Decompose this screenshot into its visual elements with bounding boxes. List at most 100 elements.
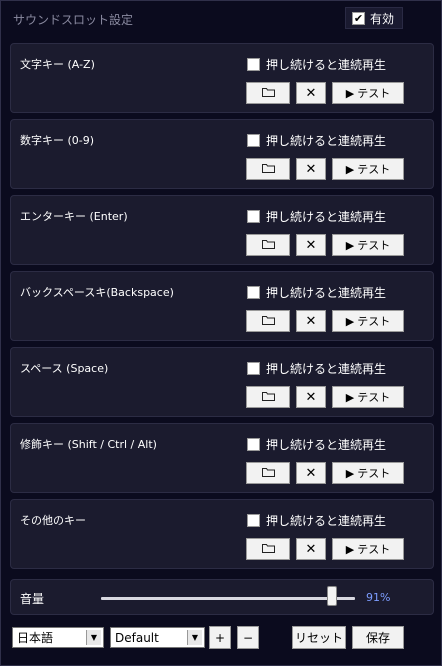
page-title: サウンドスロット設定 bbox=[13, 13, 134, 27]
remove-preset-button[interactable]: − bbox=[237, 626, 259, 649]
slot-panel-letters: 文字キー (A-Z) 押し続けると連続再生 ✕ ▶ テスト bbox=[10, 43, 434, 113]
close-icon: ✕ bbox=[305, 85, 317, 101]
volume-slider-track[interactable] bbox=[101, 597, 355, 600]
chevron-down-icon: ▼ bbox=[187, 630, 202, 645]
test-label: テスト bbox=[357, 315, 391, 328]
slot-panel-enter: エンターキー (Enter) 押し続けると連続再生 ✕ ▶ テスト bbox=[10, 195, 434, 265]
choose-file-button[interactable] bbox=[246, 386, 290, 408]
repeat-label: 押し続けると連続再生 bbox=[266, 362, 387, 376]
repeat-label: 押し続けると連続再生 bbox=[266, 210, 387, 224]
slot-label: 修飾キー (Shift / Ctrl / Alt) bbox=[20, 438, 157, 451]
play-icon: ▶ bbox=[345, 466, 355, 480]
slot-panel-backspace: バックスペースキ(Backspace) 押し続けると連続再生 ✕ ▶ テスト bbox=[10, 271, 434, 341]
enabled-toggle[interactable]: ✔ 有効 bbox=[345, 7, 403, 29]
test-button[interactable]: ▶ テスト bbox=[332, 234, 404, 256]
slot-panel-space: スペース (Space) 押し続けると連続再生 ✕ ▶ テスト bbox=[10, 347, 434, 417]
repeat-label: 押し続けると連続再生 bbox=[266, 286, 387, 300]
repeat-checkbox[interactable] bbox=[247, 286, 260, 299]
language-select[interactable]: 日本語 ▼ bbox=[12, 627, 104, 648]
slot-label: 数字キー (0-9) bbox=[20, 134, 95, 147]
choose-file-button[interactable] bbox=[246, 234, 290, 256]
folder-icon bbox=[261, 163, 275, 176]
repeat-checkbox[interactable] bbox=[247, 362, 260, 375]
test-button[interactable]: ▶ テスト bbox=[332, 538, 404, 560]
clear-button[interactable]: ✕ bbox=[296, 538, 326, 560]
folder-icon bbox=[261, 467, 275, 480]
folder-icon bbox=[261, 87, 275, 100]
repeat-toggle[interactable]: 押し続けると連続再生 bbox=[247, 360, 386, 377]
folder-icon bbox=[261, 391, 275, 404]
slot-label: バックスペースキ(Backspace) bbox=[20, 286, 174, 299]
volume-slider-thumb[interactable] bbox=[327, 586, 338, 606]
sound-slot-settings-window: サウンドスロット設定 ✔ 有効 文字キー (A-Z) 押し続けると連続再生 ✕ … bbox=[0, 0, 442, 666]
close-icon: ✕ bbox=[305, 465, 317, 481]
clear-button[interactable]: ✕ bbox=[296, 386, 326, 408]
repeat-checkbox[interactable] bbox=[247, 514, 260, 527]
test-label: テスト bbox=[357, 239, 391, 252]
volume-label: 音量 bbox=[20, 592, 45, 606]
close-icon: ✕ bbox=[305, 313, 317, 329]
repeat-label: 押し続けると連続再生 bbox=[266, 134, 387, 148]
repeat-toggle[interactable]: 押し続けると連続再生 bbox=[247, 512, 386, 529]
play-icon: ▶ bbox=[345, 542, 355, 556]
choose-file-button[interactable] bbox=[246, 462, 290, 484]
test-label: テスト bbox=[357, 163, 391, 176]
header: サウンドスロット設定 ✔ 有効 bbox=[1, 1, 441, 35]
clear-button[interactable]: ✕ bbox=[296, 82, 326, 104]
repeat-toggle[interactable]: 押し続けると連続再生 bbox=[247, 132, 386, 149]
repeat-toggle[interactable]: 押し続けると連続再生 bbox=[247, 436, 386, 453]
folder-icon bbox=[261, 239, 275, 252]
test-button[interactable]: ▶ テスト bbox=[332, 386, 404, 408]
volume-panel: 音量 91% bbox=[10, 579, 434, 615]
test-label: テスト bbox=[357, 87, 391, 100]
enabled-checkbox[interactable]: ✔ bbox=[352, 11, 365, 25]
preset-select[interactable]: Default ▼ bbox=[110, 627, 205, 648]
volume-value: 91% bbox=[366, 591, 391, 604]
clear-button[interactable]: ✕ bbox=[296, 234, 326, 256]
play-icon: ▶ bbox=[345, 390, 355, 404]
repeat-checkbox[interactable] bbox=[247, 134, 260, 147]
clear-button[interactable]: ✕ bbox=[296, 310, 326, 332]
folder-icon bbox=[261, 543, 275, 556]
slot-panel-other: その他のキー 押し続けると連続再生 ✕ ▶ テスト bbox=[10, 499, 434, 569]
language-value: 日本語 bbox=[17, 631, 54, 645]
test-button[interactable]: ▶ テスト bbox=[332, 82, 404, 104]
repeat-checkbox[interactable] bbox=[247, 210, 260, 223]
save-button[interactable]: 保存 bbox=[352, 626, 404, 649]
close-icon: ✕ bbox=[305, 389, 317, 405]
repeat-toggle[interactable]: 押し続けると連続再生 bbox=[247, 284, 386, 301]
choose-file-button[interactable] bbox=[246, 158, 290, 180]
repeat-checkbox[interactable] bbox=[247, 438, 260, 451]
slot-label: スペース (Space) bbox=[20, 362, 109, 375]
slot-label: その他のキー bbox=[20, 514, 86, 527]
preset-value: Default bbox=[115, 630, 159, 645]
clear-button[interactable]: ✕ bbox=[296, 462, 326, 484]
repeat-checkbox[interactable] bbox=[247, 58, 260, 71]
repeat-toggle[interactable]: 押し続けると連続再生 bbox=[247, 208, 386, 225]
chevron-down-icon: ▼ bbox=[86, 630, 101, 645]
choose-file-button[interactable] bbox=[246, 310, 290, 332]
slot-label: 文字キー (A-Z) bbox=[20, 58, 95, 71]
repeat-toggle[interactable]: 押し続けると連続再生 bbox=[247, 56, 386, 73]
test-label: テスト bbox=[357, 391, 391, 404]
choose-file-button[interactable] bbox=[246, 538, 290, 560]
test-button[interactable]: ▶ テスト bbox=[332, 462, 404, 484]
test-label: テスト bbox=[357, 467, 391, 480]
test-label: テスト bbox=[357, 543, 391, 556]
test-button[interactable]: ▶ テスト bbox=[332, 158, 404, 180]
play-icon: ▶ bbox=[345, 86, 355, 100]
add-preset-button[interactable]: + bbox=[209, 626, 231, 649]
slot-panel-modifiers: 修飾キー (Shift / Ctrl / Alt) 押し続けると連続再生 ✕ ▶… bbox=[10, 423, 434, 493]
folder-icon bbox=[261, 315, 275, 328]
reset-button[interactable]: リセット bbox=[292, 626, 346, 649]
play-icon: ▶ bbox=[345, 314, 355, 328]
enabled-label: 有効 bbox=[370, 11, 395, 26]
clear-button[interactable]: ✕ bbox=[296, 158, 326, 180]
test-button[interactable]: ▶ テスト bbox=[332, 310, 404, 332]
repeat-label: 押し続けると連続再生 bbox=[266, 438, 387, 452]
slot-panel-numbers: 数字キー (0-9) 押し続けると連続再生 ✕ ▶ テスト bbox=[10, 119, 434, 189]
choose-file-button[interactable] bbox=[246, 82, 290, 104]
repeat-label: 押し続けると連続再生 bbox=[266, 514, 387, 528]
play-icon: ▶ bbox=[345, 238, 355, 252]
slot-label: エンターキー (Enter) bbox=[20, 210, 128, 223]
